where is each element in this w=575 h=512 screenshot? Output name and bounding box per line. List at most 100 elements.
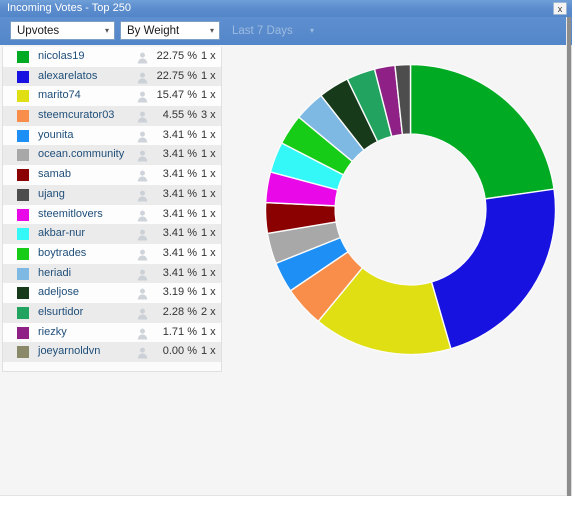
voter-name-link[interactable]: heriadi: [38, 267, 71, 279]
voter-list[interactable]: nicolas19 22.75 % 1 x alexarelatos 22.75 % 1 …: [2, 47, 222, 372]
voter-name-link[interactable]: nicolas19: [38, 50, 84, 62]
person-icon[interactable]: [137, 51, 148, 64]
table-row[interactable]: ujang 3.41 % 1 x: [3, 184, 221, 205]
person-icon[interactable]: [137, 228, 148, 241]
voter-name-link[interactable]: boytrades: [38, 247, 86, 259]
voter-percent: 3.41 %: [162, 207, 197, 220]
color-swatch: [17, 70, 29, 83]
color-swatch: [17, 110, 29, 123]
period-dropdown[interactable]: Last 7 Days ▾: [225, 21, 320, 40]
voter-percent: 3.41 %: [162, 148, 197, 161]
voter-percent: 3.41 %: [162, 168, 197, 181]
person-icon[interactable]: [137, 149, 148, 162]
title-bar: Incoming Votes - Top 250 x: [0, 0, 572, 17]
person-icon[interactable]: [137, 287, 148, 300]
person-icon[interactable]: [137, 346, 148, 359]
voter-name-link[interactable]: akbar-nur: [38, 227, 85, 239]
voter-name-link[interactable]: adeljose: [38, 286, 79, 298]
color-swatch: [17, 346, 29, 359]
voter-percent: 22.75 %: [156, 50, 197, 62]
color-swatch: [17, 149, 29, 162]
voter-name-link[interactable]: younita: [38, 129, 73, 141]
voter-count: 1 x: [201, 50, 216, 62]
voter-percent: 3.41 %: [162, 246, 197, 259]
voter-name-link[interactable]: ocean.community: [38, 148, 124, 160]
table-row[interactable]: adeljose 3.19 % 1 x: [3, 283, 221, 303]
person-icon[interactable]: [137, 327, 148, 340]
person-icon[interactable]: [137, 268, 148, 281]
voter-name-link[interactable]: steemcurator03: [38, 109, 114, 121]
color-swatch: [17, 169, 29, 182]
voter-percent: 3.41 %: [162, 227, 197, 240]
table-row[interactable]: ocean.community 3.41 % 1 x: [3, 145, 221, 166]
voter-count: 1 x: [201, 168, 216, 181]
donut-slice[interactable]: [430, 188, 557, 350]
table-row[interactable]: riezky 1.71 % 1 x: [3, 322, 221, 343]
chevron-down-icon: ▾: [209, 26, 214, 35]
sort-by-value: By Weight: [127, 25, 180, 37]
color-swatch: [17, 306, 29, 319]
table-row[interactable]: alexarelatos 22.75 % 1 x: [3, 66, 221, 87]
voter-count: 1 x: [201, 286, 216, 299]
voter-count: 2 x: [201, 305, 216, 318]
table-row[interactable]: steemcurator03 4.55 % 3 x: [3, 106, 221, 126]
vote-type-dropdown[interactable]: Upvotes ▾: [10, 21, 115, 40]
table-row[interactable]: nicolas19 22.75 % 1 x: [3, 47, 221, 67]
table-row[interactable]: samab 3.41 % 1 x: [3, 165, 221, 185]
color-swatch: [17, 188, 29, 201]
color-swatch: [17, 129, 29, 142]
person-icon[interactable]: [137, 90, 148, 103]
toolbar: Upvotes ▾ By Weight ▾ Last 7 Days ▾: [0, 17, 572, 45]
voter-name-link[interactable]: marito74: [38, 89, 81, 101]
person-icon[interactable]: [137, 189, 148, 202]
vertical-scrollbar[interactable]: [567, 17, 571, 496]
voter-name-link[interactable]: joeyarnoldvn: [38, 345, 100, 357]
donut-chart-svg: [264, 63, 557, 356]
voter-name-link[interactable]: alexarelatos: [38, 70, 97, 82]
person-icon[interactable]: [137, 71, 148, 84]
voter-percent: 15.47 %: [156, 89, 197, 102]
color-swatch: [17, 208, 29, 221]
voter-count: 1 x: [201, 89, 216, 102]
voter-name-link[interactable]: elsurtidor: [38, 306, 83, 318]
donut-slice[interactable]: [409, 63, 555, 200]
voter-count: 1 x: [201, 345, 216, 358]
table-row[interactable]: younita 3.41 % 1 x: [3, 125, 221, 146]
voter-percent: 22.75 %: [156, 69, 197, 82]
voter-count: 1 x: [201, 207, 216, 220]
voter-count: 1 x: [201, 246, 216, 259]
color-swatch: [17, 51, 29, 63]
sort-by-dropdown[interactable]: By Weight ▾: [120, 21, 220, 40]
voter-count: 1 x: [201, 325, 216, 338]
color-swatch: [17, 90, 29, 103]
table-row[interactable]: heriadi 3.41 % 1 x: [3, 263, 221, 284]
table-row[interactable]: akbar-nur 3.41 % 1 x: [3, 224, 221, 244]
voter-name-link[interactable]: steemitlovers: [38, 208, 103, 220]
person-icon[interactable]: [137, 209, 148, 221]
person-icon[interactable]: [137, 130, 148, 143]
voter-count: 1 x: [201, 187, 216, 200]
table-row[interactable]: boytrades 3.41 % 1 x: [3, 243, 221, 264]
voter-count: 1 x: [201, 266, 216, 279]
table-row[interactable]: joeyarnoldvn 0.00 % 1 x: [3, 342, 221, 362]
voter-name-link[interactable]: riezky: [38, 326, 67, 338]
vote-type-value: Upvotes: [17, 25, 60, 37]
table-row[interactable]: marito74 15.47 % 1 x: [3, 86, 221, 107]
person-icon[interactable]: [137, 248, 148, 261]
person-icon[interactable]: [137, 169, 148, 182]
color-swatch: [17, 326, 29, 339]
period-value: Last 7 Days: [232, 25, 293, 37]
voter-count: 1 x: [201, 148, 216, 161]
voter-count: 1 x: [201, 128, 216, 141]
color-swatch: [17, 287, 29, 300]
close-button[interactable]: x: [553, 2, 567, 15]
table-row[interactable]: elsurtidor 2.28 % 2 x: [3, 302, 221, 323]
voter-name-link[interactable]: ujang: [38, 188, 65, 200]
voter-percent: 4.55 %: [162, 109, 197, 122]
chevron-down-icon: ▾: [309, 26, 314, 35]
person-icon[interactable]: [137, 110, 148, 123]
color-swatch: [17, 247, 29, 260]
voter-name-link[interactable]: samab: [38, 168, 71, 180]
person-icon[interactable]: [137, 307, 148, 320]
table-row[interactable]: steemitlovers 3.41 % 1 x: [3, 204, 221, 225]
